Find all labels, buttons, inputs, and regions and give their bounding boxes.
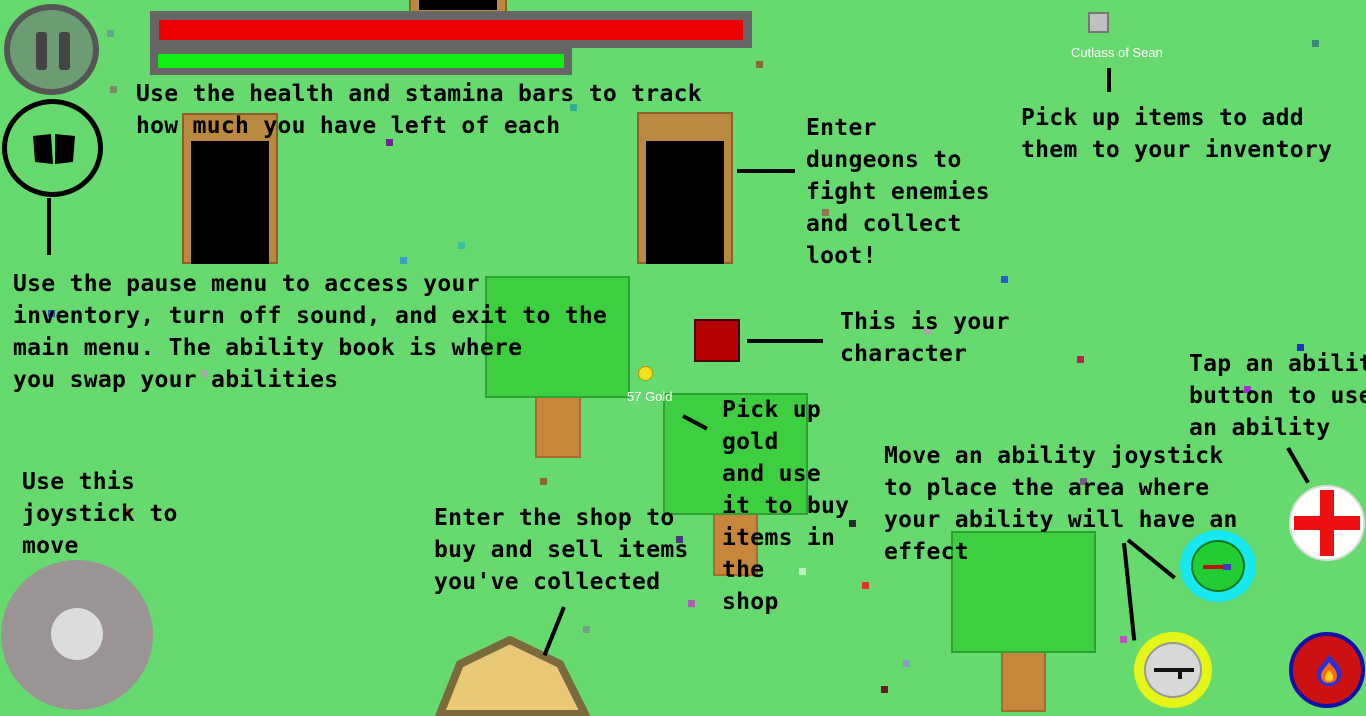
fire-ability-button[interactable] <box>1289 632 1365 708</box>
ground-speck <box>107 30 114 37</box>
tutorial-shop-text: Enter the shop to buy and sell items you… <box>434 505 689 595</box>
tutorial-character-text: This is your character <box>840 309 1010 367</box>
ground-speck <box>688 600 695 607</box>
dungeon-pointer-line <box>737 169 795 173</box>
gold-coin[interactable] <box>638 366 653 381</box>
ground-speck <box>756 61 763 68</box>
ground-speck <box>400 257 407 264</box>
character-pointer-line <box>747 339 823 343</box>
ground-speck <box>849 520 856 527</box>
ground-speck <box>1312 40 1319 47</box>
heal-ability-button[interactable] <box>1289 485 1365 561</box>
tutorial-pause-text: Use the pause menu to access your invent… <box>13 271 608 393</box>
ground-speck <box>862 582 869 589</box>
tutorial-bars-text: Use the health and stamina bars to track… <box>136 81 702 139</box>
stamina-bar <box>150 46 572 75</box>
tutorial-ability-tap-text: Tap an ability button to use an ability <box>1189 351 1366 441</box>
ground-speck <box>540 478 547 485</box>
ground-speck <box>881 686 888 693</box>
movement-joystick-knob[interactable] <box>51 608 103 660</box>
item-label: Cutlass of Sean <box>1071 45 1163 60</box>
ground-speck <box>110 86 117 93</box>
item-pickup[interactable] <box>1088 12 1109 33</box>
rifle-ability-icon <box>1144 642 1202 698</box>
book-icon <box>33 134 75 164</box>
pause-pointer-line <box>47 198 51 255</box>
tree-trunk <box>1001 650 1046 712</box>
player-character <box>694 319 740 362</box>
tutorial-dungeon-text: Enter dungeons to fight enemies and coll… <box>806 115 990 269</box>
heal-pointer-line <box>1286 447 1310 484</box>
ground-speck <box>903 660 910 667</box>
tutorial-ability-joystick-text: Move an ability joystick to place the ar… <box>884 443 1238 565</box>
dungeon-opening-right <box>646 141 724 264</box>
shop-building[interactable] <box>420 636 602 716</box>
ground-speck <box>1001 276 1008 283</box>
health-bar <box>150 11 752 48</box>
health-bar-fill <box>159 20 743 40</box>
tree-trunk <box>535 396 581 458</box>
pause-button[interactable] <box>4 4 99 95</box>
ground-speck <box>1077 356 1084 363</box>
item-pointer-line <box>1107 68 1111 92</box>
gold-label: 57 Gold <box>627 389 673 404</box>
tutorial-gold-text: Pick up gold and use it to buy items in … <box>722 397 850 615</box>
ability-book-button[interactable] <box>2 99 103 197</box>
ground-speck <box>583 626 590 633</box>
stamina-bar-fill <box>158 54 564 68</box>
rifle-ability-joystick[interactable] <box>1134 632 1212 708</box>
tutorial-pickup-text: Pick up items to add them to your invent… <box>1021 105 1333 163</box>
dungeon-opening-left <box>191 141 269 264</box>
ground-speck <box>458 242 465 249</box>
ground-speck <box>1120 636 1127 643</box>
tutorial-joystick-text: Use this joystick to move <box>22 469 178 559</box>
pause-icon <box>36 32 70 70</box>
fire-icon <box>1317 654 1341 686</box>
top-dungeon-opening <box>419 0 497 10</box>
